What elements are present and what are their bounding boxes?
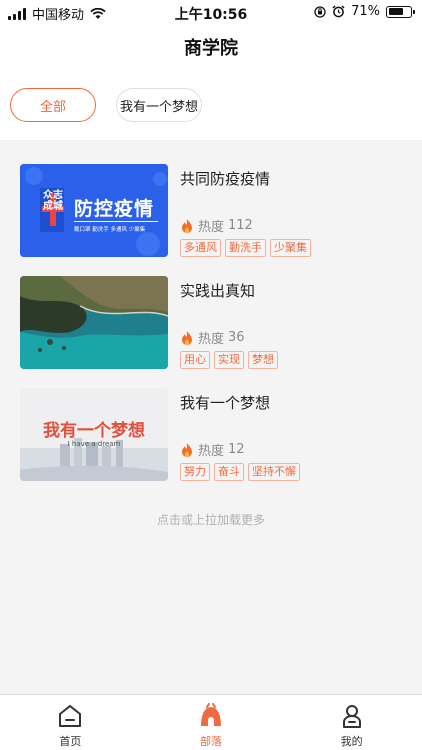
article-title: 实践出真知 (180, 282, 256, 300)
article-card[interactable]: 实践出真知 热度 36 用心 实现 梦想 (20, 276, 410, 372)
heat-indicator: 热度 12 (180, 440, 245, 459)
page-title: 商学院 (184, 38, 238, 59)
thumb-subtext: I have a dream (67, 440, 121, 448)
flame-icon (182, 330, 192, 345)
article-thumbnail: 众志成城 防控疫情 戴口罩 勤洗手 多通风 少聚集 (20, 164, 168, 257)
thumb-divider (74, 221, 158, 222)
tag: 用心 (180, 351, 210, 369)
tab-tribe[interactable]: 部落 (141, 695, 282, 750)
tag: 勤洗手 (225, 239, 266, 257)
article-list: 众志成城 防控疫情 戴口罩 勤洗手 多通风 少聚集 共同防疫疫情 热度 112 … (0, 140, 422, 694)
status-right: 71% (314, 4, 415, 19)
tab-label: 部落 (200, 735, 222, 748)
coast-landscape-image (20, 276, 168, 369)
alarm-icon (332, 5, 345, 18)
article-title: 我有一个梦想 (180, 394, 271, 412)
filter-bar: 全部 我有一个梦想 (10, 88, 202, 122)
tag: 梦想 (248, 351, 278, 369)
heat-label: 热度 (198, 444, 225, 459)
battery-percent: 71% (351, 4, 380, 19)
article-thumbnail: 我有一个梦想 I have a dream (20, 388, 168, 481)
tag-list: 多通风 勤洗手 少聚集 (180, 239, 311, 257)
article-thumbnail (20, 276, 168, 369)
filter-chip-all[interactable]: 全部 (10, 88, 96, 122)
article-card[interactable]: 众志成城 防控疫情 戴口罩 勤洗手 多通风 少聚集 共同防疫疫情 热度 112 … (20, 164, 410, 260)
tag: 实现 (214, 351, 244, 369)
heat-value: 112 (228, 218, 253, 233)
heat-label: 热度 (198, 332, 225, 347)
tab-label: 我的 (340, 735, 363, 748)
tab-profile[interactable]: 我的 (281, 695, 422, 750)
article-title: 共同防疫疫情 (180, 170, 271, 188)
thumb-subtext: 戴口罩 勤洗手 多通风 少聚集 (74, 227, 146, 233)
thumb-text: 防控疫情 (74, 198, 155, 220)
flame-icon (182, 218, 192, 233)
tag: 坚持不懈 (248, 463, 300, 481)
status-bar: 中国移动 上午10:56 71% (0, 0, 422, 24)
tag: 奋斗 (214, 463, 244, 481)
tag: 少聚集 (270, 239, 311, 257)
tab-home[interactable]: 首页 (0, 695, 141, 750)
home-icon (59, 705, 82, 727)
load-more-hint[interactable]: 点击或上拉加载更多 (0, 511, 422, 528)
thumb-side-text: 众志成城 (43, 190, 63, 212)
tag-list: 努力 奋斗 坚持不懈 (180, 463, 300, 481)
article-card[interactable]: 我有一个梦想 I have a dream 我有一个梦想 热度 12 努力 奋斗… (20, 388, 410, 484)
battery-fill (388, 8, 404, 15)
heat-value: 36 (228, 330, 245, 345)
heat-value: 12 (228, 442, 245, 457)
rotation-lock-icon (314, 5, 326, 18)
heat-indicator: 热度 112 (180, 216, 253, 235)
tribe-icon (201, 703, 221, 726)
battery-icon (386, 5, 415, 18)
tab-label: 首页 (59, 735, 82, 748)
tab-bar: 首页 部落 我的 (0, 694, 422, 750)
flame-icon (182, 442, 192, 457)
profile-icon (342, 705, 361, 728)
heat-indicator: 热度 36 (180, 328, 245, 347)
tag: 努力 (180, 463, 210, 481)
tag-list: 用心 实现 梦想 (180, 351, 278, 369)
heat-label: 热度 (198, 220, 225, 235)
thumb-text: 我有一个梦想 (43, 421, 145, 441)
filter-chip-dream[interactable]: 我有一个梦想 (116, 88, 202, 122)
tag: 多通风 (180, 239, 221, 257)
